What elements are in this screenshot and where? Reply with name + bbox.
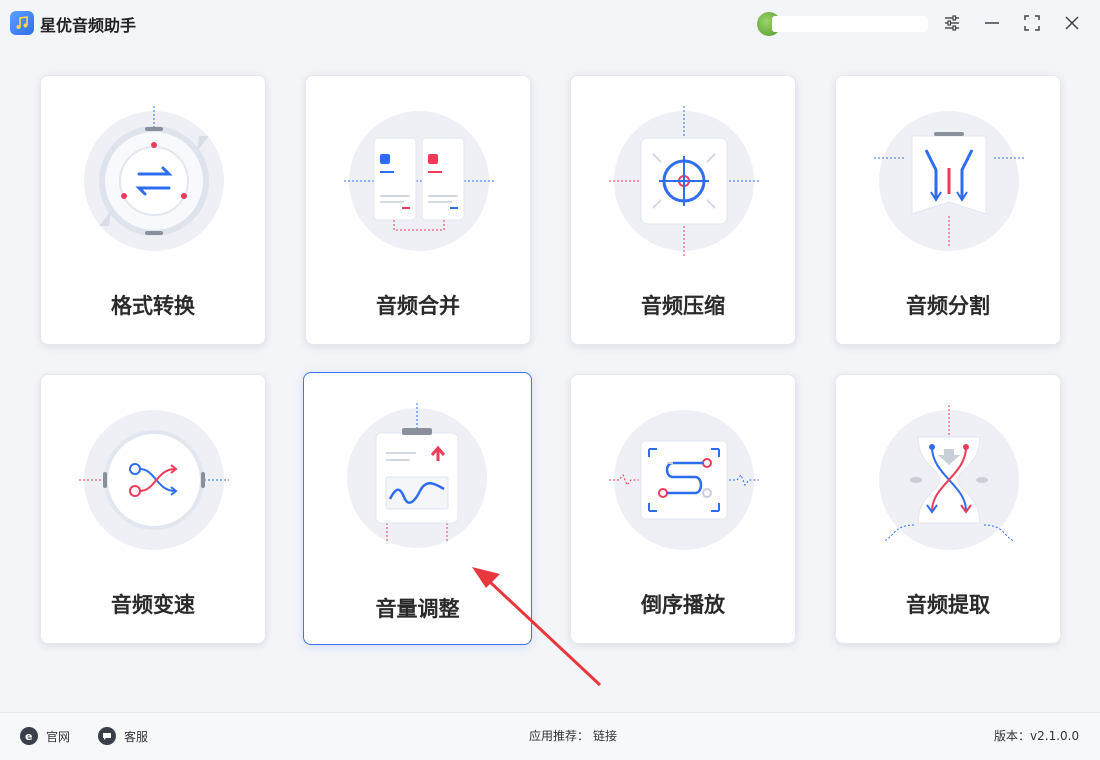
card-format-convert[interactable]: 格式转换 — [40, 75, 266, 345]
card-label: 音频合并 — [376, 294, 460, 318]
card-audio-split[interactable]: 音频分割 — [835, 75, 1061, 345]
settings-button[interactable] — [940, 11, 964, 35]
close-icon — [1065, 16, 1079, 30]
sliders-icon — [945, 15, 959, 31]
user-name-field[interactable] — [772, 16, 928, 32]
card-audio-extract[interactable]: 音频提取 — [835, 374, 1061, 644]
audio-merge-icon — [344, 111, 494, 251]
music-note-icon — [16, 16, 28, 29]
maximize-icon — [1024, 15, 1040, 31]
card-label: 音量调整 — [375, 597, 460, 621]
recommend-area: 应用推荐： 链接 — [529, 727, 617, 744]
card-label: 音频压缩 — [641, 294, 725, 318]
globe-icon: e — [20, 727, 38, 745]
version-label: 版本： — [994, 729, 1031, 743]
audio-split-icon — [874, 111, 1024, 251]
format-convert-icon — [84, 106, 224, 251]
version-info: 版本： v2.1.0.0 — [994, 727, 1079, 744]
recommend-label: 应用推荐： — [529, 729, 590, 743]
card-label: 格式转换 — [111, 294, 195, 318]
recommend-link[interactable]: 链接 — [593, 727, 617, 744]
minimize-button[interactable] — [980, 11, 1004, 35]
support-label: 客服 — [124, 729, 149, 744]
website-link[interactable]: e 官网 — [20, 727, 70, 745]
card-label: 音频提取 — [906, 593, 990, 617]
app-title: 星优音频助手 — [40, 16, 137, 35]
support-link[interactable]: 客服 — [98, 727, 148, 745]
version-value: v2.1.0.0 — [1030, 728, 1080, 743]
card-label: 倒序播放 — [641, 593, 725, 617]
footer: e 官网 客服 应用推荐： 链接 版本： v2.1.0.0 — [0, 712, 1100, 760]
audio-compress-icon — [609, 106, 759, 256]
chat-icon — [98, 727, 116, 745]
audio-extract-icon — [879, 405, 1019, 550]
card-reverse-play[interactable]: 倒序播放 — [570, 374, 796, 644]
maximize-button[interactable] — [1020, 11, 1044, 35]
close-button[interactable] — [1060, 11, 1084, 35]
card-label: 音频分割 — [906, 294, 990, 318]
svg-text:e: e — [25, 730, 32, 742]
card-audio-compress[interactable]: 音频压缩 — [570, 75, 796, 345]
minimize-icon — [985, 22, 999, 24]
website-label: 官网 — [46, 729, 71, 744]
volume-adjust-icon — [347, 403, 487, 548]
card-audio-merge[interactable]: 音频合并 — [305, 75, 531, 345]
audio-speed-icon — [79, 410, 229, 550]
card-audio-speed[interactable]: 音频变速 — [40, 374, 266, 644]
title-bar: 星优音频助手 — [0, 0, 1100, 46]
app-logo — [10, 11, 34, 35]
reverse-play-icon — [609, 410, 759, 550]
card-label: 音频变速 — [111, 593, 195, 617]
card-volume-adjust[interactable]: 音量调整 — [303, 372, 532, 645]
